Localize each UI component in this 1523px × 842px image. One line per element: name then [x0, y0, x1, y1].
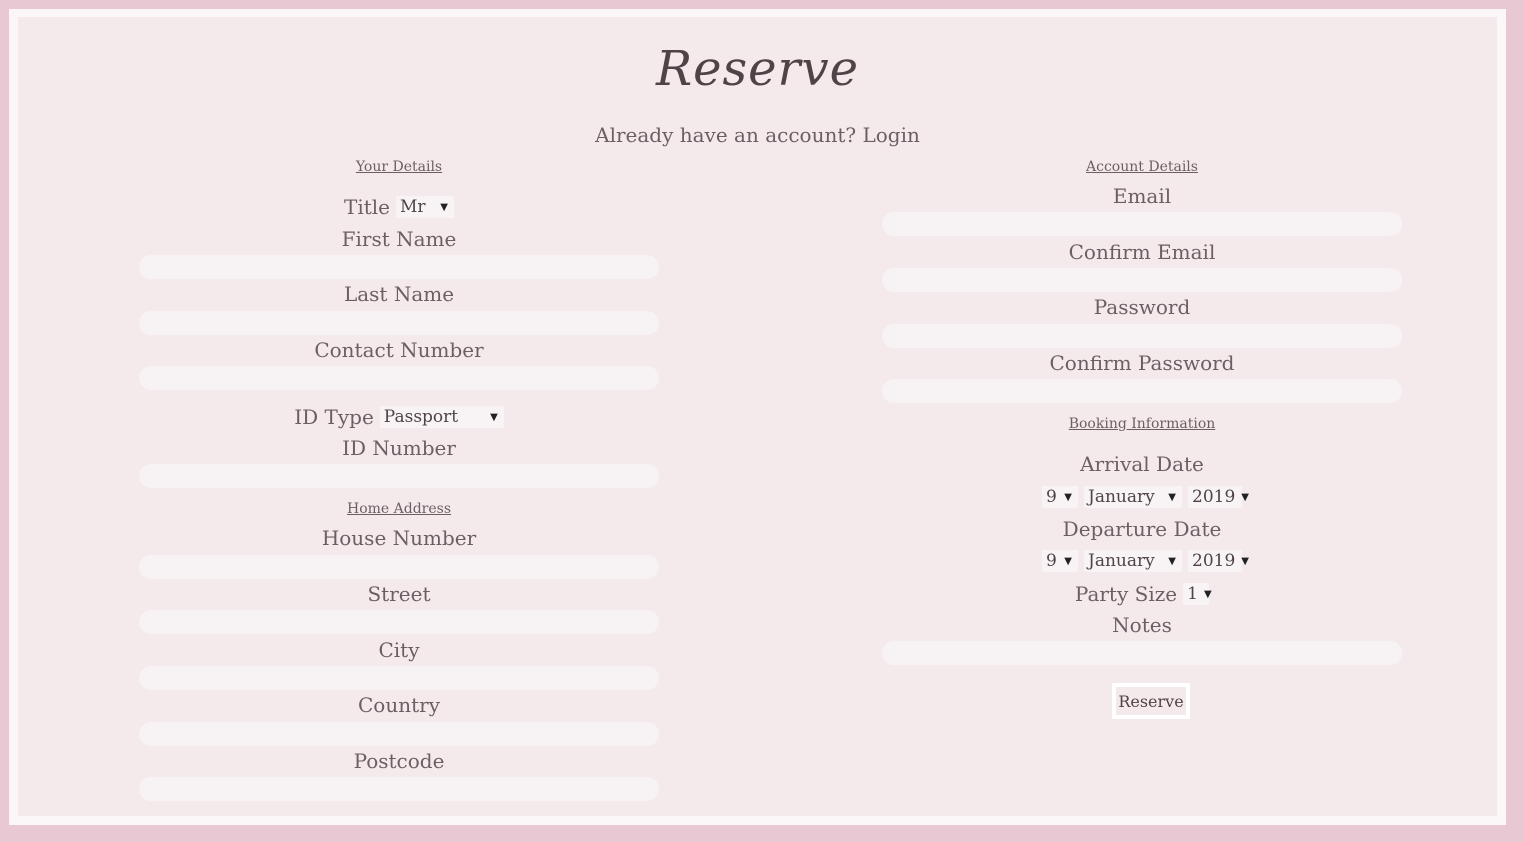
party-size-select[interactable]: 1 ▼ [1183, 583, 1212, 605]
arrival-year-value: 2019 [1192, 487, 1236, 507]
title-select-value: Mr [400, 197, 426, 217]
chevron-down-icon: ▼ [1241, 491, 1249, 503]
left-column: Your Details Title Mr ▼ First Name Last … [139, 17, 659, 816]
id-type-select-value: Passport [383, 407, 459, 427]
confirm-password-input[interactable] [882, 379, 1402, 403]
party-size-row: Party Size 1 ▼ [882, 582, 1402, 606]
chevron-down-icon: ▼ [1064, 555, 1072, 567]
first-name-label: First Name [341, 227, 457, 251]
title-row: Title Mr ▼ [139, 195, 659, 219]
chevron-down-icon: ▼ [1168, 491, 1176, 503]
departure-day-select[interactable]: 9 ▼ [1042, 550, 1078, 572]
section-account-details: Account Details [1086, 159, 1198, 175]
section-your-details: Your Details [355, 159, 443, 175]
last-name-label: Last Name [343, 282, 455, 306]
city-label: City [378, 638, 420, 662]
confirm-password-label: Confirm Password [1049, 351, 1235, 375]
country-label: Country [357, 693, 440, 717]
title-label: Title [343, 195, 390, 219]
id-type-label: ID Type [294, 405, 374, 429]
chevron-down-icon: ▼ [1203, 588, 1212, 600]
party-size-value: 1 [1187, 584, 1198, 604]
id-type-select[interactable]: Passport ▼ [379, 406, 504, 428]
departure-year-select[interactable]: 2019 ▼ [1188, 550, 1249, 572]
city-input[interactable] [139, 666, 659, 690]
postcode-input[interactable] [139, 777, 659, 801]
street-input[interactable] [139, 610, 659, 634]
house-number-label: House Number [321, 526, 477, 550]
id-type-row: ID Type Passport ▼ [139, 405, 659, 429]
section-home-address: Home Address [346, 501, 452, 517]
departure-date-label: Departure Date [1062, 517, 1222, 541]
chevron-down-icon: ▼ [1241, 555, 1249, 567]
first-name-input[interactable] [139, 255, 659, 279]
confirm-email-input[interactable] [882, 268, 1402, 292]
departure-month-value: January [1088, 551, 1155, 571]
departure-day-value: 9 [1046, 551, 1057, 571]
arrival-date-label: Arrival Date [1080, 452, 1204, 476]
page-frame: Reserve Already have an account? Login Y… [9, 9, 1506, 825]
reserve-panel: Reserve Already have an account? Login Y… [18, 17, 1497, 816]
arrival-date-row: 9 ▼ January ▼ 2019 ▼ [882, 486, 1402, 508]
last-name-input[interactable] [139, 311, 659, 335]
email-label: Email [1112, 184, 1172, 208]
id-number-input[interactable] [139, 464, 659, 488]
departure-year-value: 2019 [1192, 551, 1236, 571]
notes-input[interactable] [882, 641, 1402, 665]
section-booking-information: Booking Information [1068, 416, 1216, 432]
contact-number-label: Contact Number [314, 338, 484, 362]
postcode-label: Postcode [353, 749, 445, 773]
chevron-down-icon: ▼ [1168, 555, 1176, 567]
email-input[interactable] [882, 212, 1402, 236]
password-label: Password [1093, 295, 1191, 319]
arrival-month-select[interactable]: January ▼ [1084, 486, 1182, 508]
arrival-day-value: 9 [1046, 487, 1057, 507]
id-number-label: ID Number [342, 436, 456, 460]
contact-number-input[interactable] [139, 366, 659, 390]
reserve-button[interactable]: Reserve [1112, 683, 1190, 719]
arrival-month-value: January [1088, 487, 1155, 507]
party-size-label: Party Size [1074, 582, 1178, 606]
chevron-down-icon: ▼ [490, 411, 498, 423]
chevron-down-icon: ▼ [1064, 491, 1072, 503]
arrival-year-select[interactable]: 2019 ▼ [1188, 486, 1249, 508]
departure-date-row: 9 ▼ January ▼ 2019 ▼ [882, 550, 1402, 572]
notes-label: Notes [1112, 613, 1172, 637]
country-input[interactable] [139, 722, 659, 746]
title-select[interactable]: Mr ▼ [396, 196, 454, 218]
departure-month-select[interactable]: January ▼ [1084, 550, 1182, 572]
right-column: Account Details Email Confirm Email Pass… [882, 17, 1402, 816]
chevron-down-icon: ▼ [440, 201, 448, 213]
arrival-day-select[interactable]: 9 ▼ [1042, 486, 1078, 508]
confirm-email-label: Confirm Email [1068, 240, 1216, 264]
house-number-input[interactable] [139, 555, 659, 579]
street-label: Street [367, 582, 431, 606]
password-input[interactable] [882, 324, 1402, 348]
